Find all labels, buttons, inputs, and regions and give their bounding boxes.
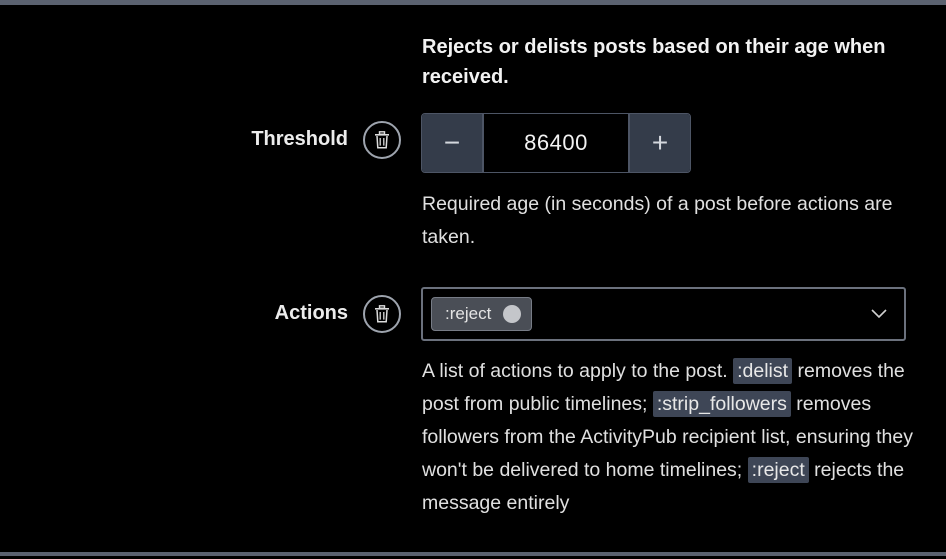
actions-help-text: A list of actions to apply to the post. …	[422, 355, 922, 520]
increment-button[interactable]: +	[630, 114, 690, 172]
actions-multiselect[interactable]: :reject	[421, 287, 906, 341]
code-reject: :reject	[747, 457, 809, 483]
code-delist: :delist	[733, 358, 793, 384]
threshold-delete-button[interactable]	[363, 121, 401, 159]
decrement-button[interactable]: −	[422, 114, 482, 172]
tag-label: :reject	[445, 304, 492, 323]
trash-icon	[375, 131, 389, 149]
actions-delete-button[interactable]	[363, 295, 401, 333]
code-strip-followers: :strip_followers	[652, 391, 791, 417]
threshold-label: Threshold	[251, 128, 348, 150]
trash-icon	[375, 305, 389, 323]
threshold-help-text: Required age (in seconds) of a post befo…	[422, 193, 893, 248]
threshold-input[interactable]: 86400	[482, 114, 630, 172]
actions-label: Actions	[274, 302, 348, 324]
chevron-down-icon[interactable]	[870, 305, 888, 323]
threshold-stepper[interactable]: − 86400 +	[421, 113, 691, 173]
top-divider	[0, 0, 946, 5]
section-description: Rejects or delists posts based on their …	[422, 36, 886, 88]
bottom-divider	[0, 552, 946, 556]
close-icon[interactable]	[503, 305, 522, 323]
help-text-segment: A list of actions to apply to the post.	[422, 360, 734, 382]
selected-tag-reject: :reject	[431, 297, 533, 331]
